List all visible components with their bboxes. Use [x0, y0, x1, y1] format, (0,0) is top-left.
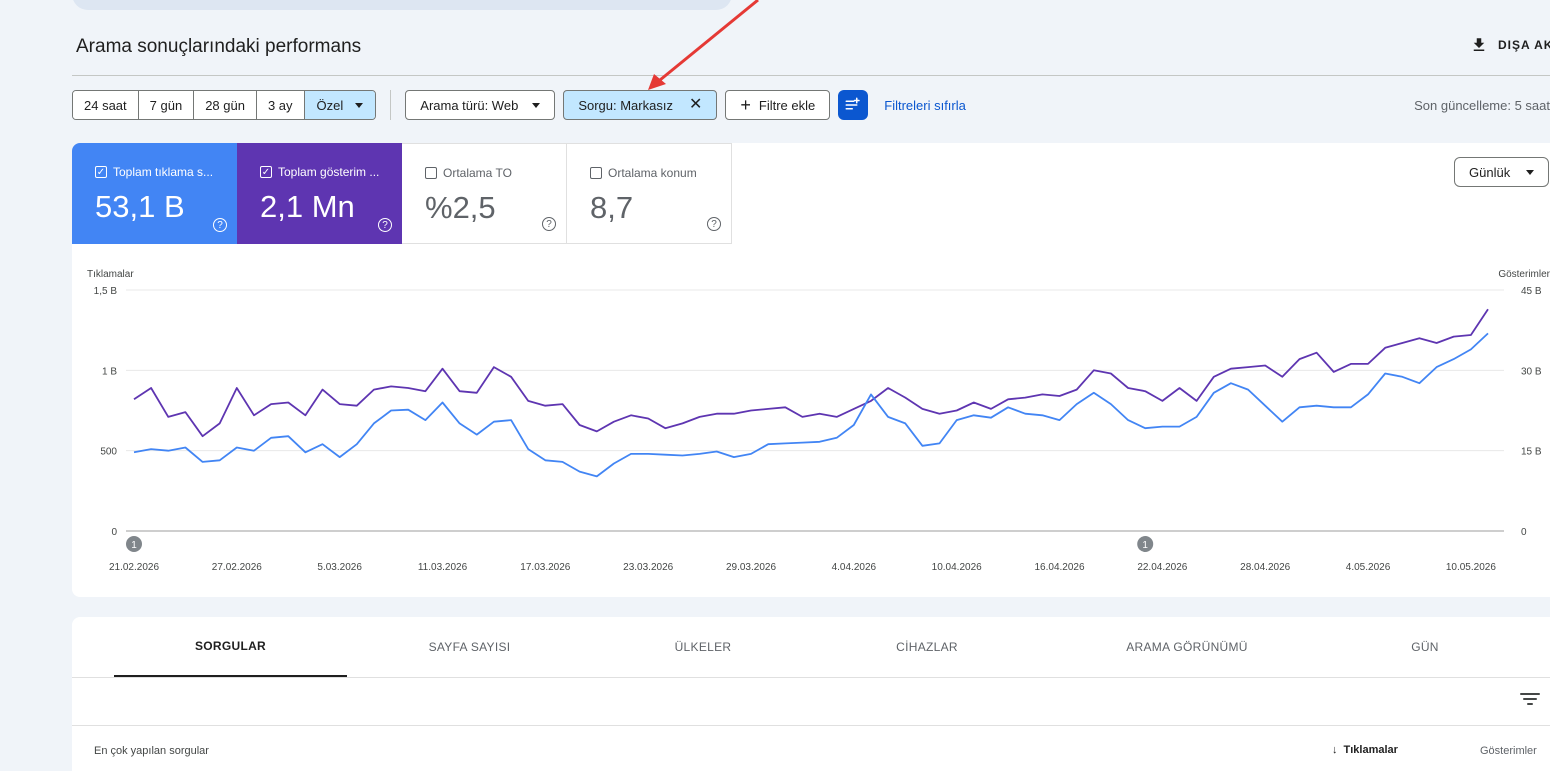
dimension-tabs-card: SORGULAR SAYFA SAYISI ÜLKELER CİHAZLAR A… [72, 617, 1550, 771]
filter-bar: 24 saat 7 gün 28 gün 3 ay Özel Arama tür… [72, 90, 1550, 120]
x-tick-label: 17.03.2026 [520, 562, 570, 573]
tune-icon [845, 97, 860, 110]
date-range-custom-label: Özel [316, 97, 344, 113]
date-range-selector: 24 saat 7 gün 28 gün 3 ay Özel [72, 90, 377, 120]
x-tick-label: 16.04.2026 [1034, 562, 1084, 573]
search-type-label: Arama türü: Web [420, 97, 519, 113]
y-axis-label-left: Tıklamalar [87, 269, 134, 280]
header-divider [72, 75, 1550, 76]
annotation-label: 1 [1142, 540, 1148, 551]
download-icon [1473, 38, 1485, 51]
column-header-impressions[interactable]: Gösterimler [1480, 745, 1537, 757]
add-filter-label: Filtre ekle [758, 97, 816, 113]
column-header-clicks[interactable]: ↓ Tıklamalar [1332, 744, 1398, 756]
export-label: DIŞA AK [1498, 38, 1550, 52]
x-tick-label: 23.03.2026 [623, 562, 673, 573]
page-title: Arama sonuçlarındaki performans [76, 36, 362, 57]
clicks-series-line [133, 332, 1489, 478]
table-toolbar-divider [72, 725, 1550, 726]
export-button[interactable]: DIŞA AK [1470, 36, 1550, 54]
query-filter-label: Sorgu: Markasız [578, 97, 673, 113]
date-range-3m[interactable]: 3 ay [256, 91, 305, 119]
y-tick-label-right: 0 [1521, 527, 1527, 538]
performance-card: ✓ Toplam tıklama s... 53,1 B ? ✓ Toplam gö… [72, 143, 1550, 597]
caret-down-icon [532, 102, 541, 108]
x-tick-label: 28.04.2026 [1240, 562, 1290, 573]
reset-filters-link[interactable]: Filtreleri sıfırla [884, 98, 966, 113]
x-tick-label: 5.03.2026 [317, 562, 362, 573]
y-tick-label-left: 500 [100, 447, 117, 458]
x-tick-label: 21.02.2026 [109, 562, 159, 573]
tab-date[interactable]: GÜN [1310, 617, 1540, 677]
tab-queries[interactable]: SORGULAR [114, 617, 347, 677]
column-header-clicks-label: Tıklamalar [1343, 744, 1398, 756]
query-filter-chip[interactable]: Sorgu: Markasız ✕ [563, 90, 718, 120]
tab-pages[interactable]: SAYFA SAYISI [355, 617, 584, 677]
search-type-dropdown[interactable]: Arama türü: Web [405, 90, 556, 120]
tab-search-appearance[interactable]: ARAMA GÖRÜNÜMÜ [1072, 617, 1302, 677]
y-tick-label-left: 1,5 B [94, 286, 118, 297]
close-icon[interactable]: ✕ [689, 97, 702, 113]
x-tick-label: 10.04.2026 [932, 562, 982, 573]
x-tick-label: 10.05.2026 [1446, 562, 1496, 573]
filter-settings-button[interactable] [838, 90, 869, 120]
date-range-custom[interactable]: Özel [304, 91, 376, 119]
caret-down-icon [355, 102, 364, 108]
annotation-label: 1 [131, 540, 137, 551]
top-summary-card [72, 0, 732, 10]
x-tick-label: 4.05.2026 [1346, 562, 1391, 573]
add-filter-button[interactable]: + Filtre ekle [725, 90, 831, 120]
x-tick-label: 22.04.2026 [1137, 562, 1187, 573]
x-tick-label: 11.03.2026 [418, 562, 468, 573]
x-tick-label: 4.04.2026 [832, 562, 877, 573]
last-update-text: Son güncelleme: 5 saat [1414, 97, 1550, 113]
y-tick-label-left: 1 B [102, 366, 117, 377]
y-tick-label-left: 0 [111, 527, 117, 538]
plus-icon: + [740, 95, 751, 115]
y-tick-label-right: 45 B [1521, 286, 1542, 297]
x-tick-label: 29.03.2026 [726, 562, 776, 573]
date-range-24h[interactable]: 24 saat [73, 91, 139, 119]
y-tick-label-right: 30 B [1521, 366, 1542, 377]
impressions-series-line [133, 308, 1489, 438]
tab-countries[interactable]: ÜLKELER [588, 617, 818, 677]
filter-separator [390, 90, 392, 120]
x-tick-label: 27.02.2026 [212, 562, 262, 573]
performance-chart: 0 0 500 15 B 1 B 30 B 1,5 B 45 B Tıklamalar Göste… [87, 269, 1550, 573]
date-range-7d[interactable]: 7 gün [138, 91, 195, 119]
y-tick-label-right: 15 B [1521, 447, 1542, 458]
tabs-divider [72, 677, 1550, 678]
filter-list-icon[interactable] [1520, 691, 1540, 707]
table-title: En çok yapılan sorgular [94, 745, 209, 757]
y-axis-label-right: Gösterimler [1498, 269, 1550, 280]
date-range-28d[interactable]: 28 gün [194, 91, 257, 119]
arrow-down-icon: ↓ [1332, 744, 1338, 756]
tab-devices[interactable]: CİHAZLAR [812, 617, 1042, 677]
